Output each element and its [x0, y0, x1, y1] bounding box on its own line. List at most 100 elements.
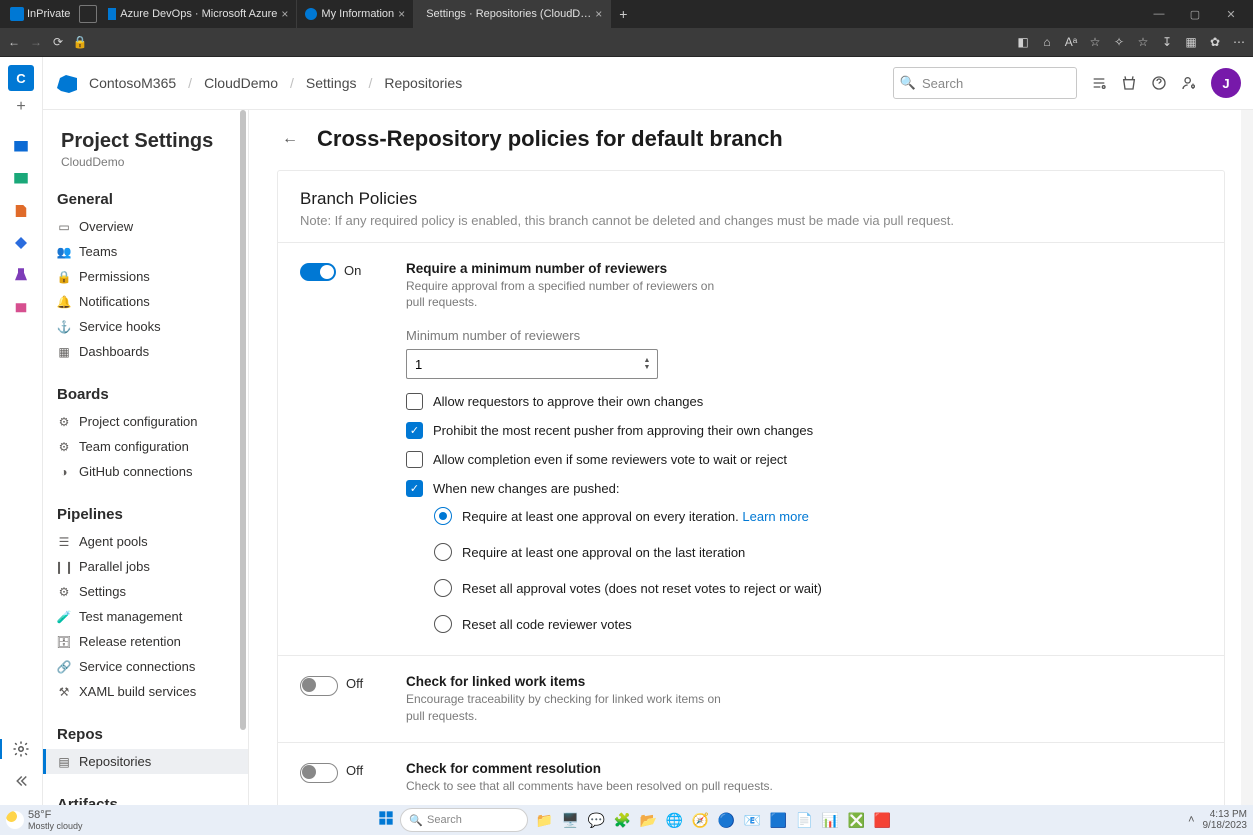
- repos-icon[interactable]: [7, 197, 35, 225]
- nav-permissions[interactable]: 🔒Permissions: [43, 264, 248, 289]
- test-plans-icon[interactable]: [7, 261, 35, 289]
- more-icon[interactable]: ⋯: [1231, 34, 1247, 50]
- taskbar-app-icon[interactable]: 🟦: [768, 810, 788, 830]
- close-icon[interactable]: ×: [281, 7, 288, 21]
- ext-icon[interactable]: ◧: [1015, 34, 1031, 50]
- toggle-comment-res[interactable]: [300, 763, 338, 783]
- download-icon[interactable]: ↧: [1159, 34, 1175, 50]
- browser-tab[interactable]: Azure DevOps · Microsoft Azure ×: [100, 0, 297, 28]
- radio-reset-all[interactable]: [434, 615, 452, 633]
- azure-devops-logo[interactable]: [55, 71, 79, 95]
- nav-teams[interactable]: 👥Teams: [43, 239, 248, 264]
- ext2-icon[interactable]: ✧: [1111, 34, 1127, 50]
- cbx-allow-requestors[interactable]: [406, 393, 423, 410]
- work-items-icon[interactable]: [7, 165, 35, 193]
- market-icon[interactable]: [1121, 75, 1137, 91]
- basket-icon[interactable]: ⌂: [1039, 34, 1055, 50]
- lock-icon[interactable]: 🔒: [72, 34, 88, 50]
- back-button[interactable]: ←: [277, 126, 303, 152]
- nav-xaml-build[interactable]: ⚒XAML build services: [43, 679, 248, 704]
- close-icon[interactable]: ×: [595, 7, 602, 21]
- minimize-button[interactable]: —: [1141, 8, 1177, 21]
- star-icon[interactable]: ☆: [1087, 34, 1103, 50]
- nav-agent-pools[interactable]: ☰Agent pools: [43, 529, 248, 554]
- nav-pl-settings[interactable]: ⚙Settings: [43, 579, 248, 604]
- nav-repositories[interactable]: ▤Repositories: [43, 749, 248, 774]
- project-settings-icon[interactable]: [7, 735, 35, 763]
- taskbar-app-icon[interactable]: 📧: [742, 810, 762, 830]
- crumb-repos[interactable]: Repositories: [384, 75, 462, 91]
- cbx-allow-completion[interactable]: [406, 451, 423, 468]
- crumb-settings[interactable]: Settings: [306, 75, 357, 91]
- close-window-button[interactable]: ✕: [1213, 8, 1249, 21]
- nav-notifications[interactable]: 🔔Notifications: [43, 289, 248, 314]
- fav-icon[interactable]: ☆: [1135, 34, 1151, 50]
- tab-actions-icon[interactable]: [79, 5, 97, 23]
- taskbar-app-icon[interactable]: ❎: [846, 810, 866, 830]
- crumb-org[interactable]: ContosoM365: [89, 75, 176, 91]
- search-input[interactable]: 🔍 Search: [893, 67, 1077, 99]
- cbx-when-new[interactable]: ✓: [406, 480, 423, 497]
- weather-widget[interactable]: 58°F Mostly cloudy: [6, 809, 83, 831]
- close-icon[interactable]: ×: [398, 7, 405, 21]
- nav-project-config[interactable]: ⚙Project configuration: [43, 409, 248, 434]
- project-tile[interactable]: C: [8, 65, 34, 91]
- collapse-rail-icon[interactable]: [7, 767, 35, 795]
- start-button[interactable]: [378, 810, 394, 831]
- taskbar-app-icon[interactable]: 🧭: [690, 810, 710, 830]
- taskbar-app-icon[interactable]: 📊: [820, 810, 840, 830]
- browser-tab[interactable]: My Information ×: [297, 0, 414, 28]
- nav-release-retention[interactable]: 🗄Release retention: [43, 629, 248, 654]
- taskbar-app-icon[interactable]: 📄: [794, 810, 814, 830]
- maximize-button[interactable]: ▢: [1177, 8, 1213, 21]
- nav-overview[interactable]: ▭Overview: [43, 214, 248, 239]
- main-scrollbar-track[interactable]: [1241, 110, 1253, 805]
- back-icon[interactable]: ←: [6, 34, 22, 50]
- radio-every-iteration[interactable]: [434, 507, 452, 525]
- taskbar-app-icon[interactable]: 📁: [534, 810, 554, 830]
- nav-service-hooks[interactable]: ⚓Service hooks: [43, 314, 248, 339]
- cbx-prohibit-pusher[interactable]: ✓: [406, 422, 423, 439]
- taskbar-app-icon[interactable]: 📂: [638, 810, 658, 830]
- new-project-button[interactable]: +: [9, 95, 33, 119]
- min-reviewers-input[interactable]: ▲ ▼: [406, 349, 658, 379]
- nav-team-config[interactable]: ⚙Team configuration: [43, 434, 248, 459]
- lbl-when-new: When new changes are pushed:: [433, 481, 619, 496]
- taskbar-app-icon[interactable]: 🖥️: [560, 810, 580, 830]
- user-settings-icon[interactable]: [1181, 75, 1197, 91]
- nav-test-management[interactable]: 🧪Test management: [43, 604, 248, 629]
- crumb-project[interactable]: CloudDemo: [204, 75, 278, 91]
- learn-more-link[interactable]: Learn more: [742, 509, 808, 524]
- nav-github-connections[interactable]: ◑GitHub connections: [43, 459, 248, 484]
- taskbar-app-icon[interactable]: 💬: [586, 810, 606, 830]
- taskbar-app-icon[interactable]: 🔵: [716, 810, 736, 830]
- pipelines-icon[interactable]: [7, 229, 35, 257]
- apps-icon[interactable]: ▦: [1183, 34, 1199, 50]
- spin-up-icon[interactable]: ▲: [637, 357, 657, 364]
- help-icon[interactable]: [1151, 75, 1167, 91]
- artifacts-icon[interactable]: [7, 293, 35, 321]
- boards-icon[interactable]: [7, 133, 35, 161]
- text-icon[interactable]: Aᵃ: [1063, 34, 1079, 50]
- nav-service-connections[interactable]: 🔗Service connections: [43, 654, 248, 679]
- radio-reset-no-reject[interactable]: [434, 579, 452, 597]
- filter-icon[interactable]: [1091, 75, 1107, 91]
- spin-down-icon[interactable]: ▼: [637, 364, 657, 371]
- toggle-linked-items[interactable]: [300, 676, 338, 696]
- radio-last-iteration[interactable]: [434, 543, 452, 561]
- min-reviewers-value[interactable]: [407, 357, 637, 372]
- taskbar-app-icon[interactable]: 🟥: [872, 810, 892, 830]
- nav-dashboards[interactable]: ▦Dashboards: [43, 339, 248, 364]
- new-tab-button[interactable]: +: [611, 6, 635, 22]
- taskbar-search[interactable]: 🔍 Search: [400, 808, 528, 832]
- browser-tab[interactable]: Settings · Repositories (CloudD… ×: [414, 0, 611, 28]
- taskbar-app-icon[interactable]: 🌐: [664, 810, 684, 830]
- avatar[interactable]: J: [1211, 68, 1241, 98]
- toggle-reviewers[interactable]: [300, 263, 336, 281]
- refresh-icon[interactable]: ⟳: [50, 34, 66, 50]
- collections-icon[interactable]: ✿: [1207, 34, 1223, 50]
- system-tray[interactable]: ˄ 4:13 PM 9/18/2023: [1188, 809, 1247, 832]
- taskbar-app-icon[interactable]: 🧩: [612, 810, 632, 830]
- sidebar-scrollbar[interactable]: [240, 110, 246, 730]
- nav-parallel-jobs[interactable]: ❙❙Parallel jobs: [43, 554, 248, 579]
